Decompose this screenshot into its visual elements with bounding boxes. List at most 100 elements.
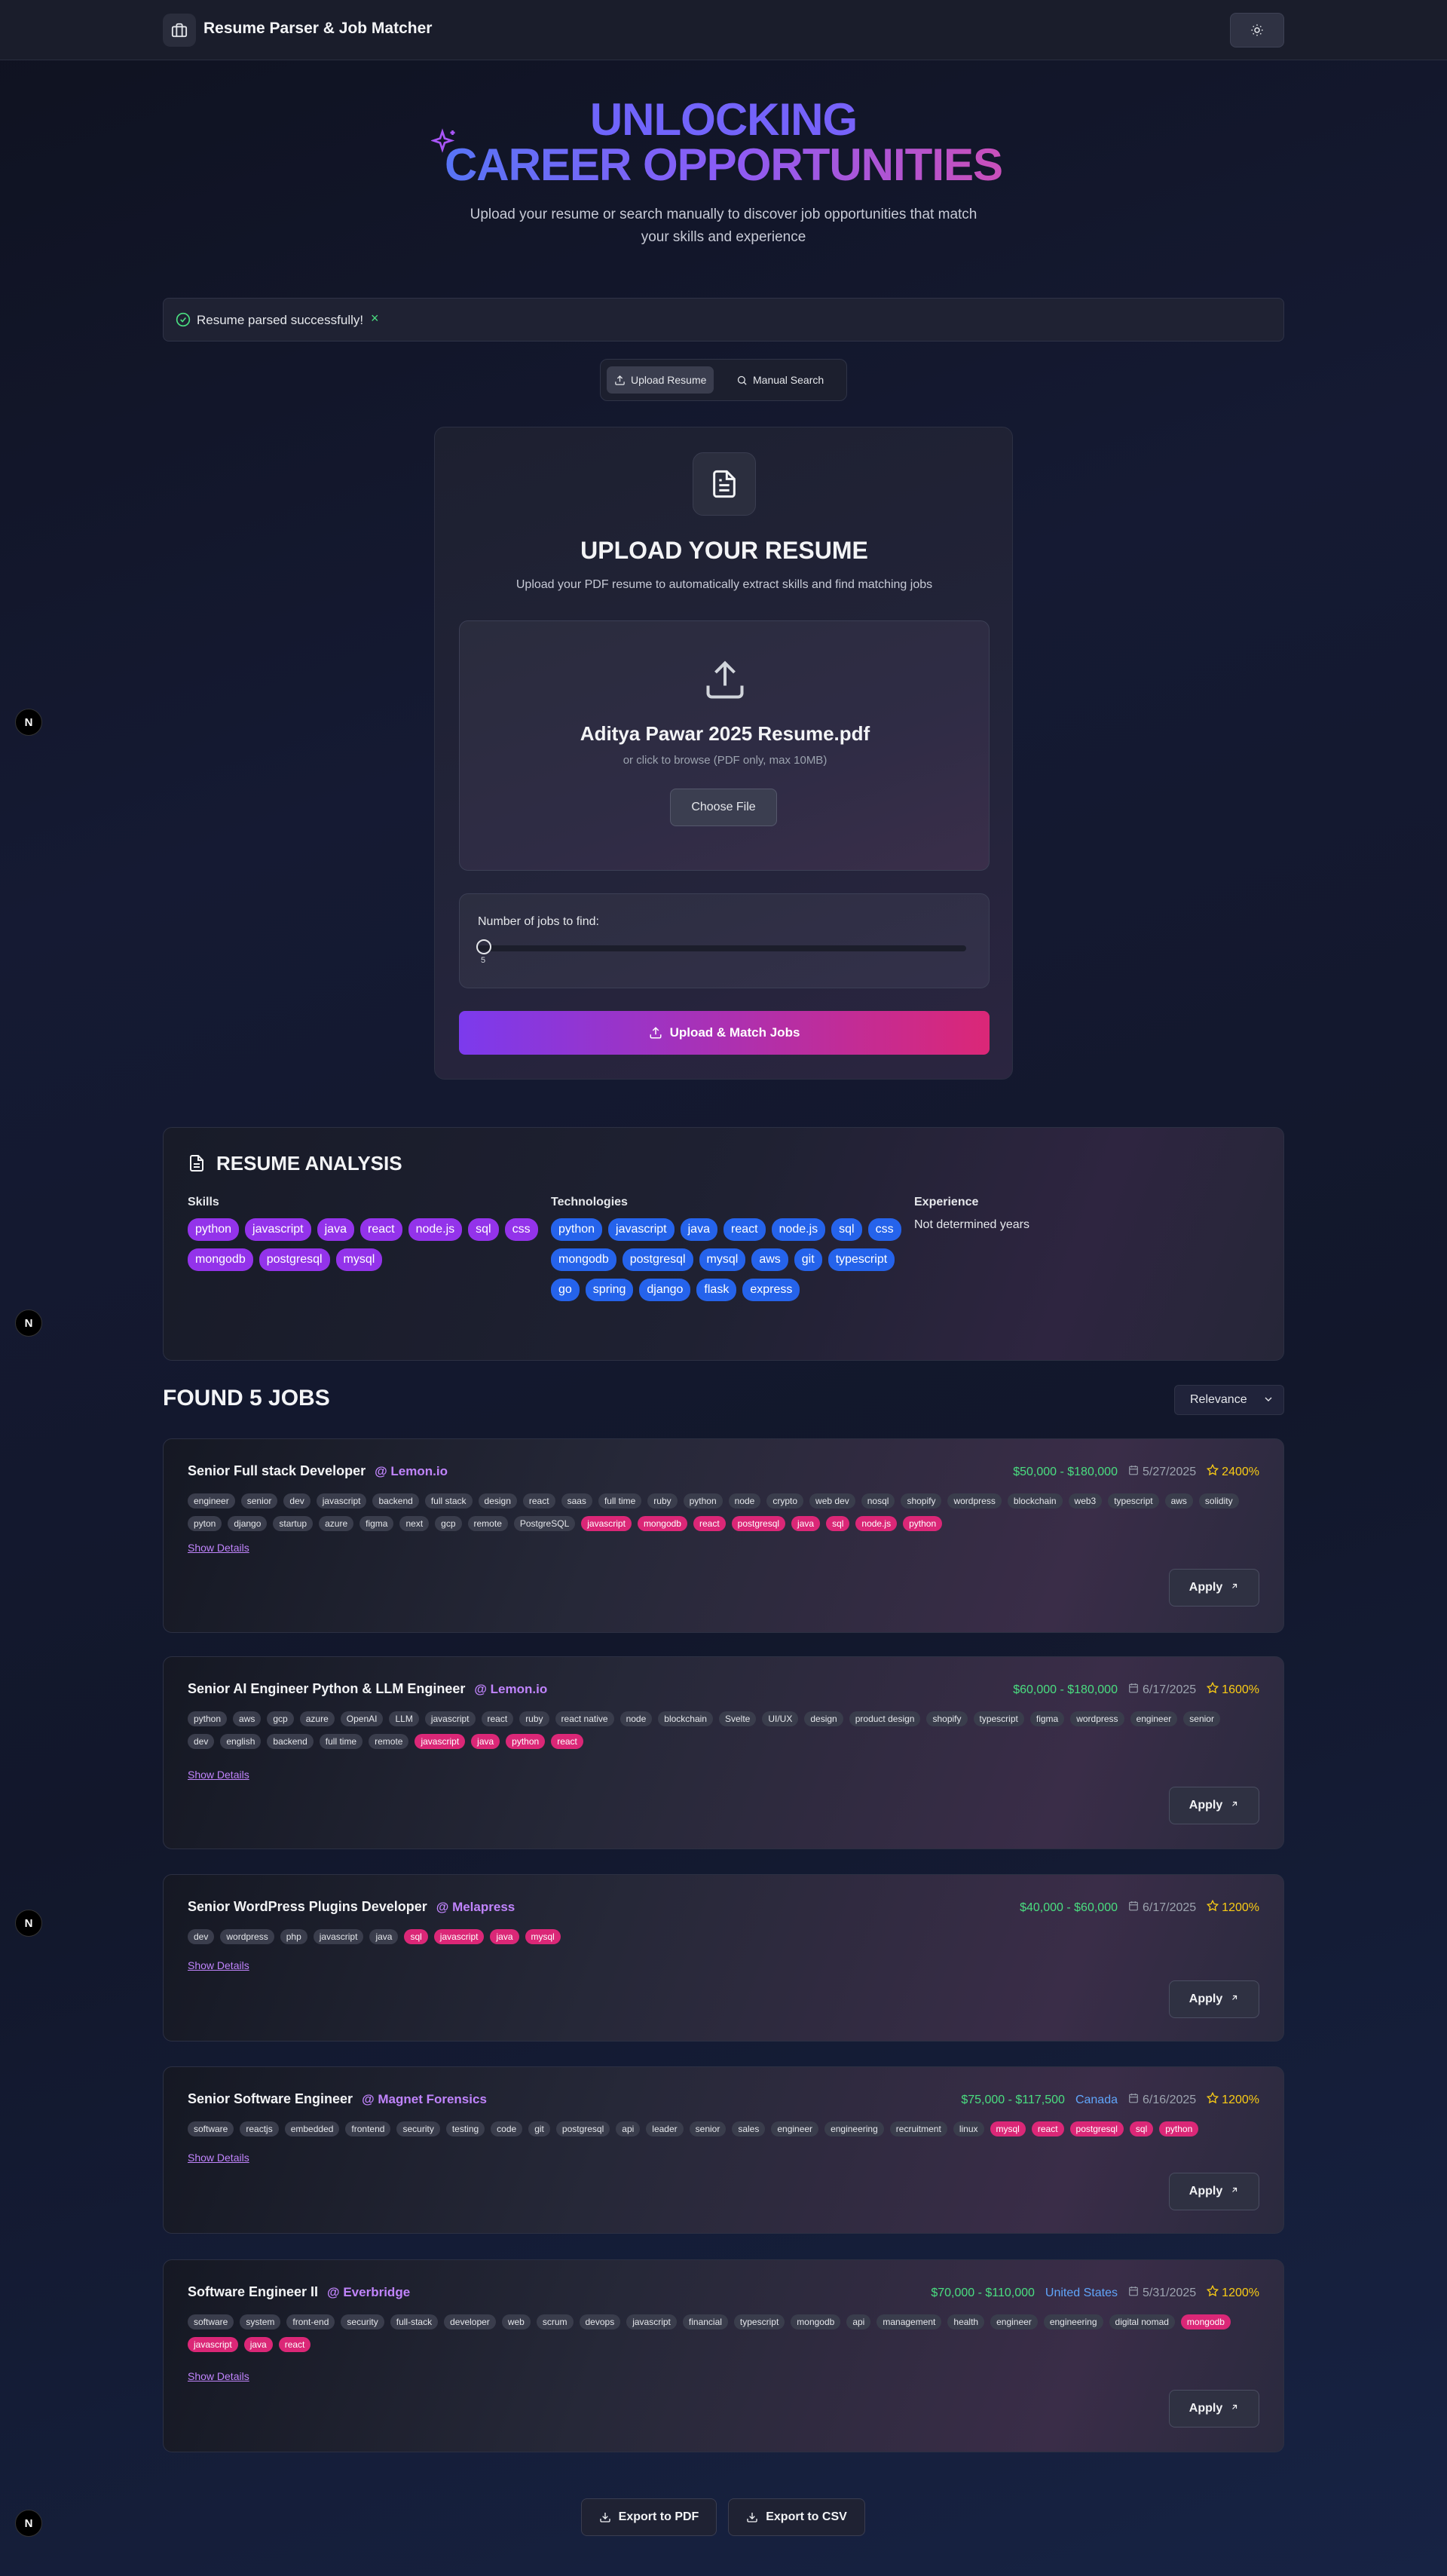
job-tag: software: [188, 2314, 234, 2329]
selected-file-name: Aditya Pawar 2025 Resume.pdf: [580, 722, 870, 745]
slider-track[interactable]: [478, 945, 966, 951]
slider-thumb[interactable]: [476, 939, 491, 954]
job-tag: react native: [555, 1711, 614, 1726]
job-tag: postgresql: [555, 2121, 610, 2136]
show-details-link[interactable]: Show Details: [188, 2370, 249, 2382]
skill-badge: sql: [468, 1218, 499, 1241]
job-tag: security: [396, 2121, 440, 2136]
job-tag: security: [341, 2314, 384, 2329]
job-tag: azure: [319, 1516, 354, 1531]
job-title[interactable]: Senior AI Engineer Python & LLM Engineer…: [188, 1681, 547, 1697]
apply-button[interactable]: Apply: [1169, 2390, 1259, 2427]
matched-skill-tag: react: [551, 1734, 583, 1749]
theme-toggle-button[interactable]: [1230, 13, 1284, 47]
calendar-icon: [1128, 1465, 1139, 1479]
job-tag: typescript: [733, 2314, 785, 2329]
matched-skill-tag: java: [791, 1516, 821, 1531]
check-circle-icon: [176, 312, 191, 327]
matched-skill-tag: javascript: [415, 1734, 466, 1749]
job-tag: startup: [273, 1516, 314, 1531]
close-icon[interactable]: ×: [371, 311, 379, 326]
job-tag: javascript: [424, 1711, 476, 1726]
job-tag: typescript: [973, 1711, 1024, 1726]
apply-button[interactable]: Apply: [1169, 2173, 1259, 2210]
export-pdf-button[interactable]: Export to PDF: [581, 2498, 717, 2536]
show-details-link[interactable]: Show Details: [188, 1542, 249, 1554]
matched-skill-tag: sql: [1129, 2121, 1154, 2136]
job-title[interactable]: Software Engineer II @ Everbridge: [188, 2284, 410, 2300]
banner-message: Resume parsed successfully!: [197, 313, 364, 327]
job-tag: management: [876, 2314, 942, 2329]
file-dropzone[interactable]: Aditya Pawar 2025 Resume.pdf or click to…: [459, 620, 990, 871]
job-tag: code: [491, 2121, 523, 2136]
sort-select[interactable]: Relevance: [1174, 1385, 1284, 1415]
matched-skill-tag: postgresql: [731, 1516, 786, 1531]
company-name[interactable]: @ Lemon.io: [375, 1464, 448, 1478]
posted-date: 6/17/2025: [1128, 1901, 1196, 1915]
job-tag: system: [240, 2314, 281, 2329]
external-link-icon: [1230, 2185, 1239, 2198]
job-tag: web3: [1068, 1493, 1103, 1509]
job-tag: node: [728, 1493, 761, 1509]
job-tag: git: [528, 2121, 550, 2136]
show-details-link[interactable]: Show Details: [188, 1769, 249, 1781]
job-tag: next: [399, 1516, 430, 1531]
experience-value: Not determined years: [914, 1218, 1029, 1231]
score-text: 1600%: [1222, 1683, 1259, 1696]
score-text: 1200%: [1222, 2286, 1259, 2299]
upload-title: UPLOAD YOUR RESUME: [580, 537, 868, 564]
company-name[interactable]: @ Everbridge: [327, 2285, 410, 2299]
job-tag: blockchain: [1007, 1493, 1063, 1509]
company-name[interactable]: @ Melapress: [436, 1900, 515, 1914]
upload-match-button[interactable]: Upload & Match Jobs: [459, 1011, 990, 1055]
apply-button[interactable]: Apply: [1169, 1980, 1259, 2018]
next-badge[interactable]: N: [15, 709, 42, 736]
company-name[interactable]: @ Magnet Forensics: [362, 2092, 487, 2106]
success-banner: Resume parsed successfully! ×: [163, 298, 1284, 342]
download-icon: [747, 2513, 757, 2522]
next-badge[interactable]: N: [15, 1309, 42, 1337]
tab-manual-search[interactable]: Manual Search: [729, 366, 831, 394]
slider-label: Number of jobs to find:: [478, 915, 599, 928]
skill-badge: react: [359, 1218, 402, 1241]
next-badge[interactable]: N: [15, 1910, 42, 1937]
job-tag: financial: [682, 2314, 728, 2329]
matched-skill-tag: javascript: [433, 1929, 485, 1944]
job-title[interactable]: Senior Software Engineer @ Magnet Forensi…: [188, 2091, 487, 2107]
external-link-icon: [1230, 1799, 1239, 1812]
matched-skill-tag: python: [1159, 2121, 1199, 2136]
matched-skill-tag: python: [506, 1734, 546, 1749]
show-details-link[interactable]: Show Details: [188, 2152, 249, 2164]
experience-section: Experience Not determined years: [914, 1196, 1261, 1232]
export-csv-button[interactable]: Export to CSV: [728, 2498, 865, 2536]
upload-icon: [615, 375, 625, 385]
technology-badge: go: [551, 1279, 580, 1301]
job-tag: api: [616, 2121, 641, 2136]
analysis-title: RESUME ANALYSIS: [216, 1152, 402, 1175]
next-badge[interactable]: N: [15, 2510, 42, 2537]
job-title-text: Software Engineer II: [188, 2284, 319, 2299]
mode-tabs: Upload Resume Manual Search: [600, 359, 847, 401]
upload-description: Upload your PDF resume to automatically …: [515, 578, 933, 591]
job-title[interactable]: Senior WordPress Plugins Developer @ Mela…: [188, 1899, 515, 1915]
job-tag: testing: [445, 2121, 485, 2136]
job-tag: wordpress: [1070, 1711, 1124, 1726]
skill-badge: node.js: [408, 1218, 463, 1241]
choose-file-button[interactable]: Choose File: [670, 789, 777, 826]
company-name[interactable]: @ Lemon.io: [474, 1682, 547, 1696]
job-tag: remote: [467, 1516, 508, 1531]
matched-skill-tag: sql: [826, 1516, 850, 1531]
job-tag: react: [481, 1711, 514, 1726]
date-text: 6/17/2025: [1142, 1901, 1197, 1914]
tab-upload-resume[interactable]: Upload Resume: [607, 366, 714, 394]
apply-button[interactable]: Apply: [1169, 1569, 1259, 1607]
show-details-link[interactable]: Show Details: [188, 1959, 249, 1971]
job-tag: figma: [1029, 1711, 1065, 1726]
upload-icon: [706, 660, 744, 699]
button-label: Apply: [1188, 1799, 1223, 1812]
technology-badge: css: [867, 1218, 901, 1241]
slider-value: 5: [481, 956, 486, 965]
apply-button[interactable]: Apply: [1169, 1787, 1259, 1824]
job-title[interactable]: Senior Full stack Developer @ Lemon.io: [188, 1463, 448, 1479]
job-tag: saas: [561, 1493, 592, 1509]
